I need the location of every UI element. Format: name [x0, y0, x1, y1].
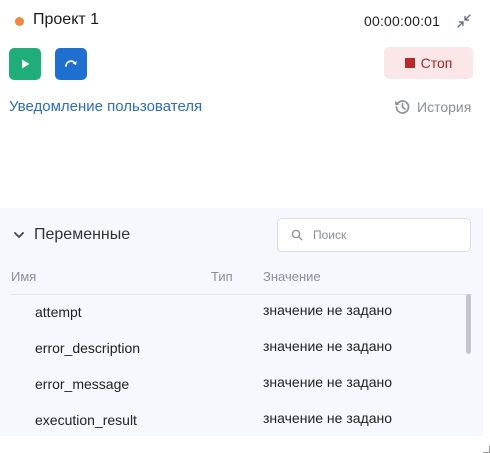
variable-name: error_description	[35, 340, 141, 356]
variables-title: Переменные	[34, 226, 131, 243]
variable-row[interactable]: error_message значение не задано	[0, 368, 470, 404]
step-over-icon	[65, 60, 77, 67]
history-button[interactable]: История	[392, 97, 471, 117]
history-label: История	[417, 99, 472, 115]
variables-panel: Переменные Имя Тип Значение attempt знач…	[0, 208, 483, 436]
variables-list: attempt значение не задано error_descrip…	[0, 296, 470, 440]
history-icon	[395, 100, 410, 114]
scrollbar-thumb[interactable]	[466, 294, 471, 354]
run-button[interactable]	[9, 48, 41, 80]
header: Проект 1 00:00:00:01	[0, 0, 490, 42]
variable-value: значение не задано	[263, 410, 393, 426]
stop-button[interactable]: Стоп	[384, 47, 473, 79]
user-notification-link[interactable]: Уведомление пользователя	[9, 98, 202, 115]
variable-row[interactable]: error_description значение не задано	[0, 332, 470, 368]
project-title: Проект 1	[33, 11, 100, 28]
search-input[interactable]	[311, 227, 455, 243]
play-icon	[22, 59, 30, 69]
search-icon	[291, 229, 303, 241]
variable-name: attempt	[35, 304, 82, 320]
resize-handle[interactable]	[483, 446, 490, 453]
status-dot	[15, 17, 24, 26]
variable-row[interactable]: execution_result значение не задано	[0, 404, 470, 440]
variable-row[interactable]: attempt значение не задано	[0, 296, 470, 332]
variable-value: значение не задано	[263, 302, 393, 318]
column-header-name: Имя	[11, 269, 37, 284]
chevron-down-icon	[14, 232, 24, 238]
step-over-button[interactable]	[55, 48, 87, 80]
variable-name: error_message	[35, 376, 130, 392]
search-box[interactable]	[277, 218, 471, 252]
header-divider	[10, 294, 472, 295]
stop-icon	[404, 58, 415, 68]
variables-toggle[interactable]: Переменные	[13, 226, 130, 244]
collapse-icon[interactable]	[455, 12, 473, 30]
column-header-type: Тип	[211, 269, 233, 284]
variable-value: значение не задано	[263, 374, 393, 390]
column-header-value: Значение	[263, 269, 321, 284]
execution-timer: 00:00:00:01	[364, 13, 441, 29]
stop-button-label: Стоп	[420, 55, 453, 71]
variable-value: значение не задано	[263, 338, 393, 354]
variable-name: execution_result	[35, 412, 137, 428]
